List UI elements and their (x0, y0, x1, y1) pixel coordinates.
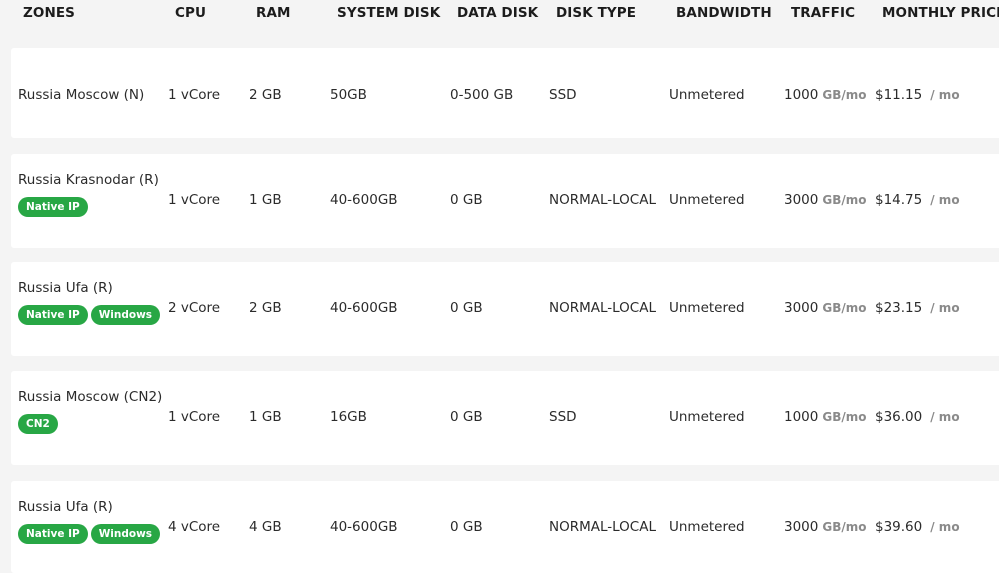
traffic-value: 3000 GB/mo (784, 519, 867, 535)
traffic-value: 1000 GB/mo (784, 409, 867, 425)
native-ip-badge: Native IP (18, 305, 88, 325)
header-traffic: TRAFFIC (791, 5, 856, 21)
system-disk-value: 40-600GB (330, 300, 398, 316)
ram-value: 1 GB (249, 192, 282, 208)
system-disk-value: 40-600GB (330, 519, 398, 535)
system-disk-value: 40-600GB (330, 192, 398, 208)
zone-badges: Native IP (18, 197, 159, 217)
disk-type-value: SSD (549, 87, 577, 103)
header-monthly-price: MONTHLY PRICE (882, 5, 999, 21)
traffic-unit: GB/mo (822, 410, 867, 424)
windows-badge: Windows (90, 524, 161, 544)
ram-value: 1 GB (249, 409, 282, 425)
disk-type-value: NORMAL-LOCAL (549, 519, 656, 535)
zone-badges: CN2 (18, 414, 162, 434)
price-amount: $36.00 (875, 409, 923, 425)
table-row[interactable]: Russia Ufa (R) Native IP Windows 2 vCore … (11, 262, 999, 356)
header-system-disk: SYSTEM DISK (337, 5, 441, 21)
traffic-value: 1000 GB/mo (784, 87, 867, 103)
bandwidth-value: Unmetered (669, 409, 745, 425)
header-data-disk: DATA DISK (457, 5, 539, 21)
traffic-value: 3000 GB/mo (784, 192, 867, 208)
zone-name: Russia Moscow (N) (18, 87, 145, 103)
price-period: / mo (930, 88, 960, 102)
traffic-unit: GB/mo (822, 301, 867, 315)
price-value: $36.00 / mo (875, 409, 960, 425)
price-period: / mo (930, 410, 960, 424)
price-value: $14.75 / mo (875, 192, 960, 208)
zone-badges: Native IP Windows (18, 524, 163, 544)
traffic-value: 3000 GB/mo (784, 300, 867, 316)
table-header: ZONES CPU RAM SYSTEM DISK DATA DISK DISK… (0, 0, 999, 30)
zone-cell: Russia Moscow (CN2) CN2 (18, 388, 162, 434)
traffic-amount: 1000 (784, 87, 819, 103)
zone-cell: Russia Ufa (R) Native IP Windows (18, 498, 163, 544)
zone-name: Russia Moscow (CN2) (18, 389, 163, 405)
zone-name: Russia Ufa (R) (18, 280, 113, 296)
zone-cell: Russia Krasnodar (R) Native IP (18, 171, 159, 217)
traffic-amount: 3000 (784, 300, 819, 316)
cn2-badge: CN2 (18, 414, 58, 434)
zone-name: Russia Krasnodar (R) (18, 172, 159, 188)
price-period: / mo (930, 520, 960, 534)
data-disk-value: 0 GB (450, 519, 483, 535)
traffic-unit: GB/mo (822, 88, 867, 102)
ram-value: 4 GB (249, 519, 282, 535)
price-amount: $14.75 (875, 192, 923, 208)
cpu-value: 1 vCore (168, 87, 221, 103)
price-amount: $23.15 (875, 300, 923, 316)
disk-type-value: NORMAL-LOCAL (549, 192, 656, 208)
header-cpu: CPU (175, 5, 207, 21)
cpu-value: 4 vCore (168, 519, 221, 535)
price-period: / mo (930, 193, 960, 207)
cpu-value: 1 vCore (168, 409, 221, 425)
traffic-amount: 3000 (784, 192, 819, 208)
data-disk-value: 0 GB (450, 192, 483, 208)
bandwidth-value: Unmetered (669, 519, 745, 535)
data-disk-value: 0 GB (450, 300, 483, 316)
price-amount: $11.15 (875, 87, 923, 103)
zone-cell: Russia Ufa (R) Native IP Windows (18, 279, 163, 325)
price-value: $11.15 / mo (875, 87, 960, 103)
ram-value: 2 GB (249, 87, 282, 103)
zone-name: Russia Ufa (R) (18, 499, 113, 515)
header-ram: RAM (256, 5, 291, 21)
disk-type-value: NORMAL-LOCAL (549, 300, 656, 316)
disk-type-value: SSD (549, 409, 577, 425)
bandwidth-value: Unmetered (669, 192, 745, 208)
cpu-value: 1 vCore (168, 192, 221, 208)
traffic-unit: GB/mo (822, 193, 867, 207)
windows-badge: Windows (90, 305, 161, 325)
zone-cell: Russia Moscow (N) (18, 86, 144, 104)
cpu-value: 2 vCore (168, 300, 221, 316)
price-period: / mo (930, 301, 960, 315)
data-disk-value: 0 GB (450, 409, 483, 425)
table-row[interactable]: Russia Ufa (R) Native IP Windows 4 vCore … (11, 481, 999, 573)
table-row[interactable]: Russia Moscow (N) 1 vCore 2 GB 50GB 0-50… (11, 48, 999, 138)
system-disk-value: 50GB (330, 87, 367, 103)
price-value: $39.60 / mo (875, 519, 960, 535)
traffic-amount: 1000 (784, 409, 819, 425)
bandwidth-value: Unmetered (669, 87, 745, 103)
price-value: $23.15 / mo (875, 300, 960, 316)
zone-badges: Native IP Windows (18, 305, 163, 325)
native-ip-badge: Native IP (18, 197, 88, 217)
native-ip-badge: Native IP (18, 524, 88, 544)
table-row[interactable]: Russia Moscow (CN2) CN2 1 vCore 1 GB 16G… (11, 371, 999, 465)
system-disk-value: 16GB (330, 409, 367, 425)
header-zones: ZONES (23, 5, 76, 21)
table-row[interactable]: Russia Krasnodar (R) Native IP 1 vCore 1… (11, 154, 999, 248)
header-bandwidth: BANDWIDTH (676, 5, 772, 21)
traffic-amount: 3000 (784, 519, 819, 535)
ram-value: 2 GB (249, 300, 282, 316)
price-amount: $39.60 (875, 519, 923, 535)
header-disk-type: DISK TYPE (556, 5, 637, 21)
bandwidth-value: Unmetered (669, 300, 745, 316)
traffic-unit: GB/mo (822, 520, 867, 534)
data-disk-value: 0-500 GB (450, 87, 514, 103)
